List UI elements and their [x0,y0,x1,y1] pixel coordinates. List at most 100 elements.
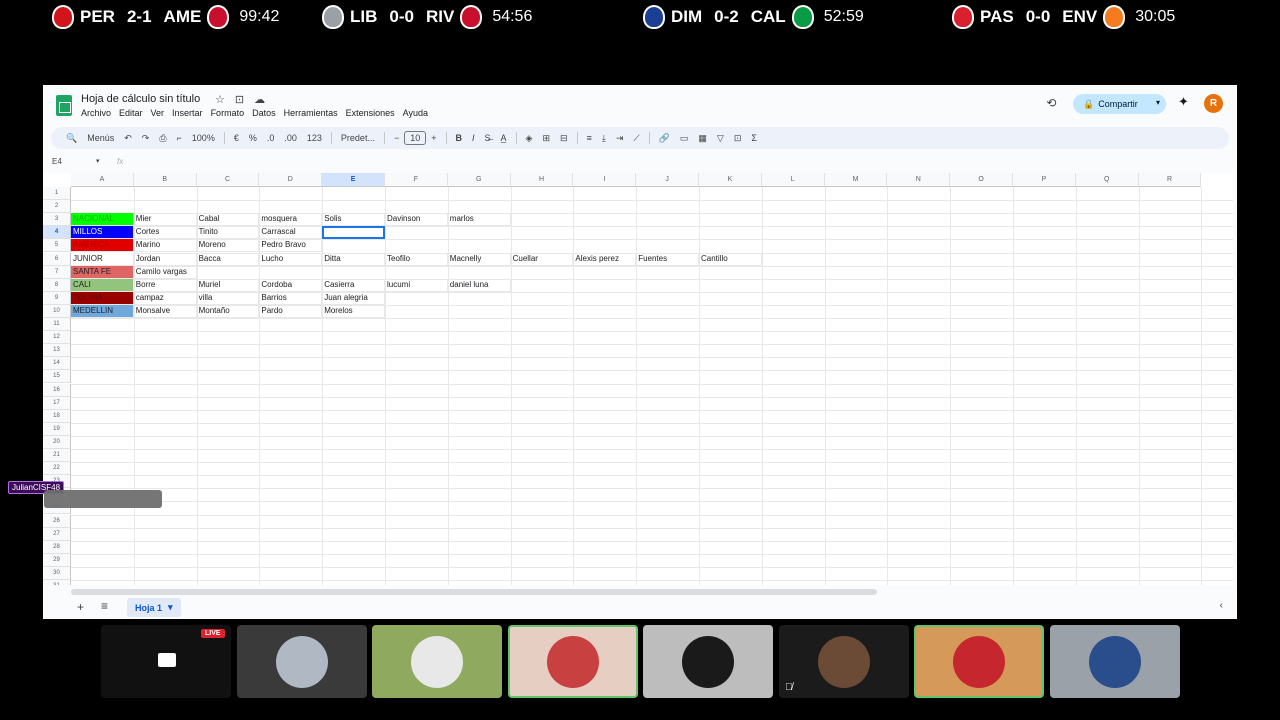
link-icon[interactable]: 🔗 [654,133,675,144]
text-rotation-icon[interactable]: ⟋ [628,133,644,144]
participant-tile[interactable] [643,625,773,698]
column-header[interactable]: R [1138,173,1202,187]
player-cell[interactable]: Davinson [385,213,448,227]
column-header[interactable]: G [447,173,511,187]
menu-datos[interactable]: Datos [252,108,276,118]
paint-format-icon[interactable]: ⌐ [172,133,187,143]
player-cell[interactable]: Cuellar [510,252,574,266]
player-cell[interactable]: daniel luna [447,278,511,292]
redo-icon[interactable]: ↷ [137,133,155,144]
participant-tile[interactable] [372,625,502,698]
star-icon[interactable]: ☆ [215,93,225,106]
sheets-logo-icon[interactable] [56,95,72,116]
column-header[interactable]: Q [1075,173,1139,187]
menu-ver[interactable]: Ver [151,108,165,118]
chevron-down-icon[interactable]: ▾ [1156,98,1160,107]
team-cell[interactable]: MILLOS [71,226,134,240]
text-wrap-icon[interactable]: ⇥ [611,133,629,144]
print-icon[interactable]: ⎙ [154,133,171,144]
row-header[interactable]: 12 [43,331,71,345]
player-cell[interactable]: Teofilo [385,252,448,266]
font-select[interactable]: Predet... [336,133,380,143]
player-cell[interactable]: Casierra [322,278,385,292]
decrease-decimal-button[interactable]: .0 [262,133,280,143]
player-cell[interactable]: Cordoba [259,278,323,292]
menu-extensiones[interactable]: Extensiones [346,108,395,118]
row-header[interactable]: 8 [43,278,71,292]
participant-tile[interactable] [237,625,367,698]
player-cell[interactable]: Solis [322,213,385,227]
column-header[interactable]: O [950,173,1013,187]
row-header[interactable]: 21 [43,449,71,463]
player-cell[interactable]: Camilo vargas [133,265,197,279]
chevron-down-icon[interactable]: ▾ [168,602,173,613]
chart-icon[interactable]: ▦ [693,133,712,144]
font-size-increase-icon[interactable]: + [426,133,441,143]
search-icon[interactable]: 🔍 [61,133,82,144]
player-cell[interactable]: Monsalve [133,304,197,318]
share-button[interactable]: 🔒 Compartir ▾ [1073,94,1166,114]
participant-tile-speaking[interactable] [914,625,1044,698]
font-size-input[interactable]: 10 [404,131,427,145]
menu-ayuda[interactable]: Ayuda [403,108,428,118]
italic-icon[interactable]: I [467,133,480,143]
add-sheet-icon[interactable]: + [77,600,84,614]
spreadsheet-grid[interactable]: A B C D E F G H I J K L M N O P Q R 1 2 3 4 5 6 7 8 9 10 11 12 13 14 15 1… [43,173,1233,585]
comment-icon[interactable]: ▭ [675,133,694,144]
row-header[interactable]: 4 [43,226,71,240]
percent-format-button[interactable]: % [244,133,262,143]
row-header[interactable]: 17 [43,396,71,410]
team-cell[interactable]: NACIONAL [71,213,134,227]
team-cell[interactable]: CALI [71,278,134,292]
player-cell[interactable]: Alexis perez [573,252,637,266]
currency-format-button[interactable]: € [229,133,244,143]
player-cell[interactable]: villa [196,291,260,305]
column-header[interactable]: H [510,173,574,187]
player-cell[interactable]: mosquera [259,213,323,227]
row-header[interactable]: 3 [43,213,71,227]
row-header[interactable]: 16 [43,383,71,397]
chevron-down-icon[interactable]: ▾ [96,157,100,165]
player-cell[interactable]: Morelos [322,304,385,318]
menu-formato[interactable]: Formato [211,108,245,118]
row-header[interactable]: 19 [43,422,71,436]
player-cell[interactable]: Marino [133,239,197,253]
row-header[interactable]: 10 [43,304,71,318]
filter-views-icon[interactable]: ⊡ [729,133,747,144]
player-cell[interactable]: campaz [133,291,197,305]
player-cell[interactable]: Montaño [196,304,260,318]
player-cell[interactable]: Borre [133,278,197,292]
functions-icon[interactable]: Σ [746,133,762,143]
player-cell[interactable]: Carrascal [259,226,323,240]
menu-editar[interactable]: Editar [119,108,143,118]
player-cell[interactable]: Bacca [196,252,260,266]
participant-tile[interactable] [779,625,909,698]
avatar[interactable]: R [1204,94,1223,113]
merge-cells-icon[interactable]: ⊟ [555,133,573,144]
all-sheets-icon[interactable]: ≡ [101,599,108,613]
row-header[interactable]: 30 [43,566,71,580]
player-cell[interactable]: Juan alegria [322,291,385,305]
column-header[interactable]: D [259,173,323,187]
player-cell[interactable]: Pardo [259,304,323,318]
row-header[interactable]: 26 [43,514,71,528]
sheet-tab[interactable]: Hoja 1 ▾ [127,598,181,617]
row-header[interactable]: 18 [43,409,71,423]
player-cell[interactable]: Cortes [133,226,197,240]
player-cell[interactable]: Mier [133,213,197,227]
row-header[interactable]: 6 [43,252,71,266]
zoom-select[interactable]: 100% [187,133,220,143]
team-cell[interactable]: JUNIOR [71,252,134,266]
number-format-button[interactable]: 123 [302,133,327,143]
row-header[interactable]: 1 [43,187,71,201]
player-cell[interactable]: Tinito [196,226,260,240]
text-color-icon[interactable]: A̲ [496,133,512,143]
borders-icon[interactable]: ⊞ [537,133,555,144]
column-header[interactable]: B [133,173,197,187]
undo-icon[interactable]: ↶ [119,133,137,144]
player-cell[interactable]: Cantillo [699,252,762,266]
column-header[interactable]: J [636,173,699,187]
team-cell[interactable]: TOLIMA [71,291,134,305]
column-header[interactable]: C [196,173,260,187]
chevron-left-icon[interactable]: ‹ [1220,600,1223,611]
